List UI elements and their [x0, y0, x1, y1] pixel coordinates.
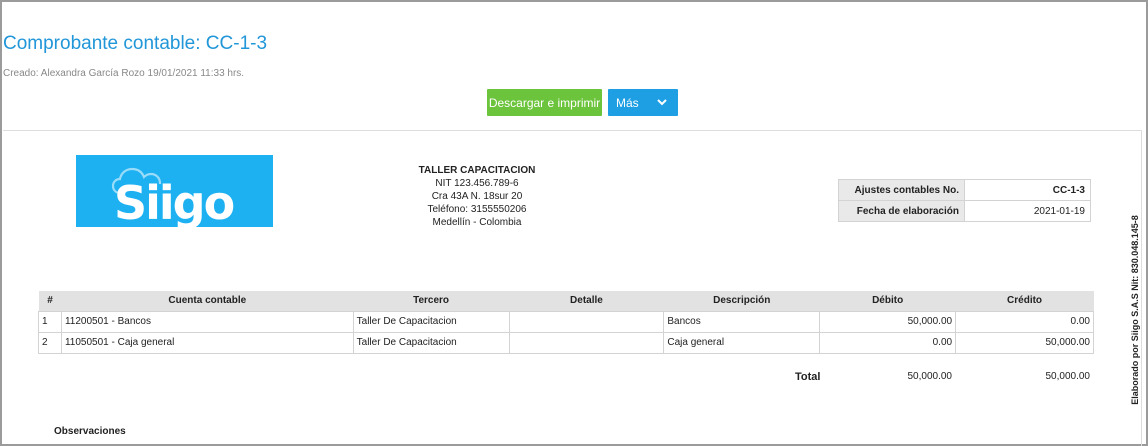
table-row: 1 11200501 - Bancos Taller De Capacitaci… [38, 310, 1094, 333]
document-meta-table: Ajustes contables No. CC-1-3 Fecha de el… [838, 179, 1091, 222]
page-title: Comprobante contable: CC-1-3 [3, 33, 268, 54]
company-info: TALLER CAPACITACION NIT 123.456.789-6 Cr… [392, 164, 562, 229]
cell-account: 11050501 - Caja general [60, 331, 354, 354]
meta-row-date: Fecha de elaboración 2021-01-19 [838, 200, 1091, 222]
company-phone: Teléfono: 3155550206 [427, 204, 527, 215]
cell-number: 1 [38, 310, 62, 333]
cell-number: 2 [38, 331, 62, 354]
cell-third-party: Taller De Capacitacion [352, 310, 510, 333]
chevron-down-icon [657, 99, 667, 106]
download-print-button[interactable]: Descargar e imprimir [487, 89, 602, 116]
siigo-logo-graphic: Siigo [76, 155, 273, 230]
cell-account: 11200501 - Bancos [60, 310, 354, 333]
col-header-credit: Crédito [955, 291, 1094, 311]
doc-date-label: Fecha de elaboración [838, 200, 965, 222]
table-header-row: # Cuenta contable Tercero Detalle Descri… [38, 291, 1094, 311]
company-city: Medellín - Colombia [432, 217, 522, 228]
col-header-detail: Detalle [509, 291, 664, 311]
more-dropdown-button[interactable]: Más [608, 89, 678, 116]
side-note: Elaborado por Siigo S.A.S Nit: 830.048.1… [1128, 215, 1142, 405]
col-header-number: # [38, 291, 62, 311]
doc-number-value: CC-1-3 [964, 179, 1091, 201]
company-address: Cra 43A N. 18sur 20 [431, 191, 523, 202]
cell-debit: 0.00 [819, 331, 957, 354]
total-debit: 50,000.00 [907, 371, 953, 382]
total-credit: 50,000.00 [1045, 371, 1091, 382]
meta-row-number: Ajustes contables No. CC-1-3 [838, 179, 1091, 201]
cell-credit: 50,000.00 [955, 331, 1094, 354]
doc-number-label: Ajustes contables No. [838, 179, 965, 201]
table-row: 2 11050501 - Caja general Taller De Capa… [38, 331, 1094, 354]
col-header-debit: Débito [819, 291, 956, 311]
cell-description: Bancos [663, 310, 821, 333]
accounts-table: # Cuenta contable Tercero Detalle Descri… [38, 291, 1094, 354]
doc-date-value: 2021-01-19 [964, 200, 1091, 222]
col-header-description: Descripción [663, 291, 820, 311]
side-note-text: Elaborado por Siigo S.A.S Nit: 830.048.1… [1130, 215, 1140, 405]
cell-description: Caja general [663, 331, 821, 354]
observations-label: Observaciones [54, 426, 126, 437]
col-header-third-party: Tercero [353, 291, 510, 311]
cell-third-party: Taller De Capacitacion [352, 331, 510, 354]
more-label: Más [616, 95, 639, 110]
cell-debit: 50,000.00 [819, 310, 957, 333]
col-header-account: Cuenta contable [61, 291, 354, 311]
total-label: Total [795, 371, 821, 383]
svg-text:Siigo: Siigo [114, 176, 234, 227]
created-info: Creado: Alexandra García Rozo 19/01/2021… [3, 68, 245, 79]
cell-detail [508, 331, 665, 354]
cell-detail [508, 310, 665, 333]
company-nit: NIT 123.456.789-6 [435, 178, 519, 189]
siigo-logo: Siigo [76, 155, 273, 230]
company-name: TALLER CAPACITACION [418, 165, 536, 176]
cell-credit: 0.00 [955, 310, 1094, 333]
download-print-label: Descargar e imprimir [488, 95, 601, 110]
